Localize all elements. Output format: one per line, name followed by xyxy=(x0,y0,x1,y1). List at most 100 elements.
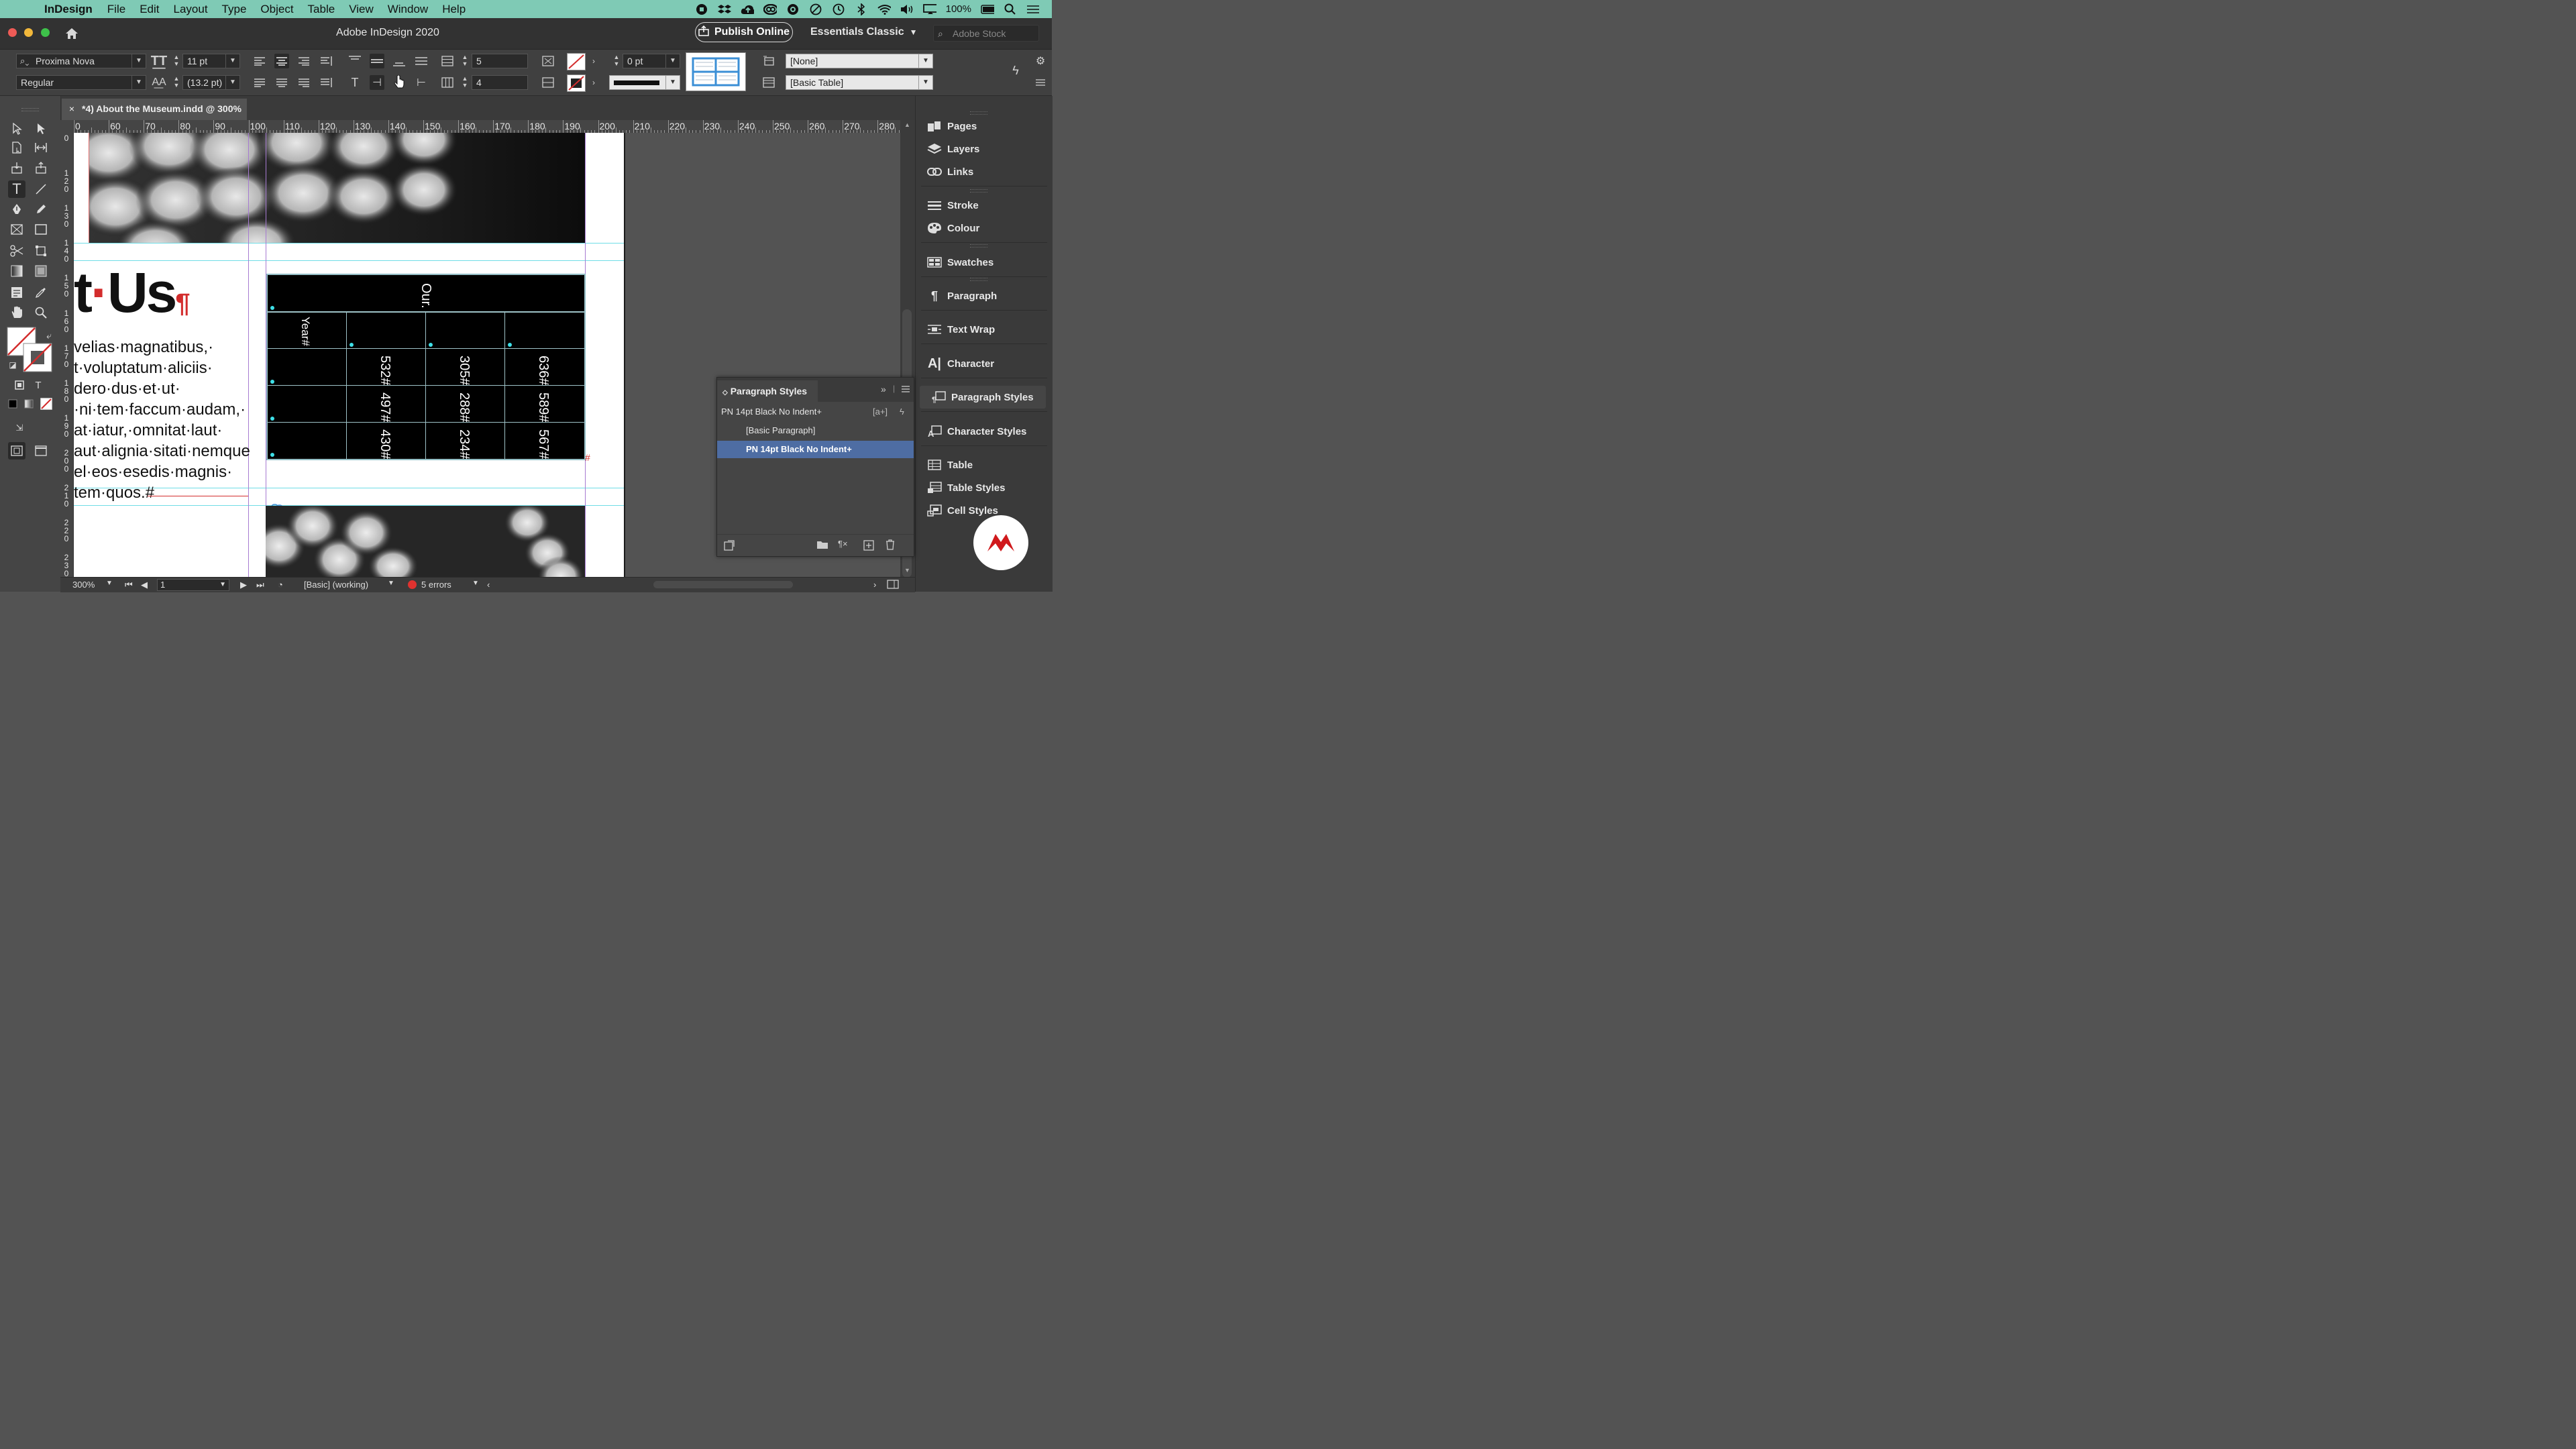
leading-field[interactable]: (13.2 pt) ▼ xyxy=(182,75,240,90)
default-fill-stroke-icon[interactable]: ◪ xyxy=(4,356,21,374)
folder-icon[interactable] xyxy=(816,540,828,553)
font-size-stepper[interactable]: ▲ ▼ xyxy=(172,54,181,68)
apply-color-icon[interactable] xyxy=(4,395,21,413)
cloud-upload-icon[interactable] xyxy=(741,3,754,15)
swap-fill-stroke-icon[interactable]: ⤶ xyxy=(40,327,58,344)
columns-field[interactable]: 4 xyxy=(472,75,528,90)
style-list-item[interactable]: [Basic Paragraph] xyxy=(717,422,914,439)
horizontal-scrollbar-thumb[interactable] xyxy=(653,581,793,588)
menu-window[interactable]: Window xyxy=(388,3,428,16)
normal-view-icon[interactable] xyxy=(8,442,25,460)
time-machine-icon[interactable] xyxy=(832,3,845,15)
top-image[interactable] xyxy=(89,133,585,243)
lightning-icon[interactable]: ϟ xyxy=(1008,63,1023,78)
menu-view[interactable]: View xyxy=(349,3,374,16)
menu-edit[interactable]: Edit xyxy=(140,3,159,16)
apply-none-icon[interactable] xyxy=(38,395,55,413)
direct-selection-tool-icon[interactable] xyxy=(32,120,50,138)
pause-icon[interactable] xyxy=(809,3,822,15)
cell-fill-none-swatch[interactable] xyxy=(567,53,586,70)
new-style-from-selection-icon[interactable]: [a+] xyxy=(873,403,888,421)
error-count[interactable]: 5 errors xyxy=(421,580,451,590)
align-center-icon[interactable] xyxy=(274,54,289,68)
record-icon[interactable] xyxy=(695,3,708,15)
bottom-image[interactable] xyxy=(266,506,585,577)
paragraph-styles-tab[interactable]: ◇ Paragraph Styles xyxy=(717,380,818,402)
horizontal-ruler[interactable]: 0 60 70 80 90 100 110 120 130 140 150 160 170 180 190 2… xyxy=(60,120,900,133)
stroke-weight-stepper[interactable]: ▲ ▼ xyxy=(612,54,621,68)
dock-item-links[interactable]: Links xyxy=(916,160,1053,183)
table-stroke-proxy[interactable] xyxy=(686,52,746,91)
dock-item-table[interactable]: Table xyxy=(916,453,1053,476)
clear-overrides-icon[interactable]: ¶× xyxy=(838,539,848,549)
dock-item-character[interactable]: A| Character xyxy=(916,352,1053,375)
content-collector-icon[interactable] xyxy=(8,159,25,176)
adobe-stock-search[interactable]: ⌕ Adobe Stock xyxy=(933,25,1039,42)
last-page-icon[interactable]: ⏭ xyxy=(256,580,264,590)
dropbox-icon[interactable] xyxy=(717,3,731,15)
body-text-frame[interactable]: velias·magnatibus,· t·voluptatum·aliciis… xyxy=(74,337,250,503)
page-number-field[interactable]: 1 ▼ xyxy=(157,579,229,591)
stroke-swatch[interactable] xyxy=(23,343,52,372)
bluetooth-icon[interactable] xyxy=(855,3,868,15)
next-page-icon[interactable]: ▶ xyxy=(240,580,247,590)
chevron-down-icon[interactable]: ▼ xyxy=(131,54,146,68)
pen-tool-icon[interactable] xyxy=(8,201,25,218)
dock-item-paragraph[interactable]: ¶ Paragraph xyxy=(916,284,1053,307)
chevron-down-icon[interactable]: ▼ xyxy=(665,54,680,68)
preflight-profile[interactable]: [Basic] (working) xyxy=(304,580,368,590)
display-icon[interactable] xyxy=(922,3,936,15)
creative-cloud-icon[interactable] xyxy=(763,3,777,15)
justify-center-icon[interactable] xyxy=(274,75,289,90)
align-left-icon[interactable] xyxy=(252,54,267,68)
free-transform-tool-icon[interactable] xyxy=(32,242,50,260)
chevron-right-icon[interactable]: › xyxy=(586,75,601,90)
table-cell[interactable]: 305# xyxy=(425,348,505,386)
rotate-text-270-icon[interactable]: ⊢ xyxy=(414,75,429,90)
rectangle-frame-tool-icon[interactable] xyxy=(8,221,25,238)
rotate-text-90-icon[interactable]: ⊣ xyxy=(370,75,384,90)
gradient-swatch-tool-icon[interactable] xyxy=(8,262,25,280)
align-right-icon[interactable] xyxy=(297,54,311,68)
menu-object[interactable]: Object xyxy=(260,3,293,16)
panel-menu-icon[interactable] xyxy=(901,384,910,396)
formatting-text-icon[interactable]: T xyxy=(30,376,47,394)
columns-stepper[interactable]: ▲ ▼ xyxy=(460,75,470,90)
document-page[interactable]: t·Us¶ velias·magnatibus,· t·voluptatum·a… xyxy=(74,133,624,577)
rows-stepper[interactable]: ▲ ▼ xyxy=(460,54,470,68)
pencil-tool-icon[interactable] xyxy=(32,201,50,218)
chevron-down-icon[interactable]: ▼ xyxy=(225,54,239,68)
table-cell[interactable]: 288# xyxy=(425,385,505,423)
load-styles-icon[interactable] xyxy=(724,540,735,554)
publish-online-button[interactable]: Publish Online xyxy=(695,22,793,42)
app-icon[interactable] xyxy=(786,3,800,15)
vertical-ruler[interactable]: 0 120 130 140 150 160 170 180 190 200 210 220 230 xyxy=(60,133,74,577)
table-cell[interactable]: 567# xyxy=(504,422,585,460)
new-style-icon[interactable] xyxy=(863,540,874,554)
spotlight-icon[interactable] xyxy=(1004,3,1017,15)
volume-icon[interactable] xyxy=(900,3,914,15)
table-cell[interactable]: 497# xyxy=(346,385,426,423)
align-top-icon[interactable] xyxy=(347,52,362,67)
gap-tool-icon[interactable] xyxy=(32,139,50,156)
table-cell[interactable] xyxy=(504,312,585,349)
split-cells-icon[interactable] xyxy=(541,75,555,90)
menu-table[interactable]: Table xyxy=(308,3,335,16)
cell-style-field[interactable]: [Basic Table] ▼ xyxy=(786,75,933,90)
lightning-icon[interactable]: ϟ xyxy=(900,403,904,421)
justify-vertical-icon[interactable] xyxy=(414,54,429,68)
chevron-down-icon[interactable]: ▼ xyxy=(225,76,239,89)
font-size-field[interactable]: 11 pt ▼ xyxy=(182,54,240,68)
page-heading[interactable]: t·Us¶ xyxy=(74,260,191,325)
rotate-text-0-icon[interactable]: T xyxy=(347,75,362,90)
chevron-down-icon[interactable]: ▼ xyxy=(918,76,932,89)
merge-cells-icon[interactable] xyxy=(541,54,555,68)
chevron-down-icon[interactable]: ▼ xyxy=(219,580,226,590)
justify-all-icon[interactable] xyxy=(319,75,333,90)
chevron-down-icon[interactable]: ▼ xyxy=(388,580,394,587)
dock-item-colour[interactable]: Colour xyxy=(916,217,1053,239)
previous-page-icon[interactable]: ◀ xyxy=(141,580,148,590)
table-cell[interactable]: 532# xyxy=(346,348,426,386)
dock-item-pages[interactable]: Pages xyxy=(916,115,1053,138)
formatting-container-icon[interactable] xyxy=(11,376,28,394)
